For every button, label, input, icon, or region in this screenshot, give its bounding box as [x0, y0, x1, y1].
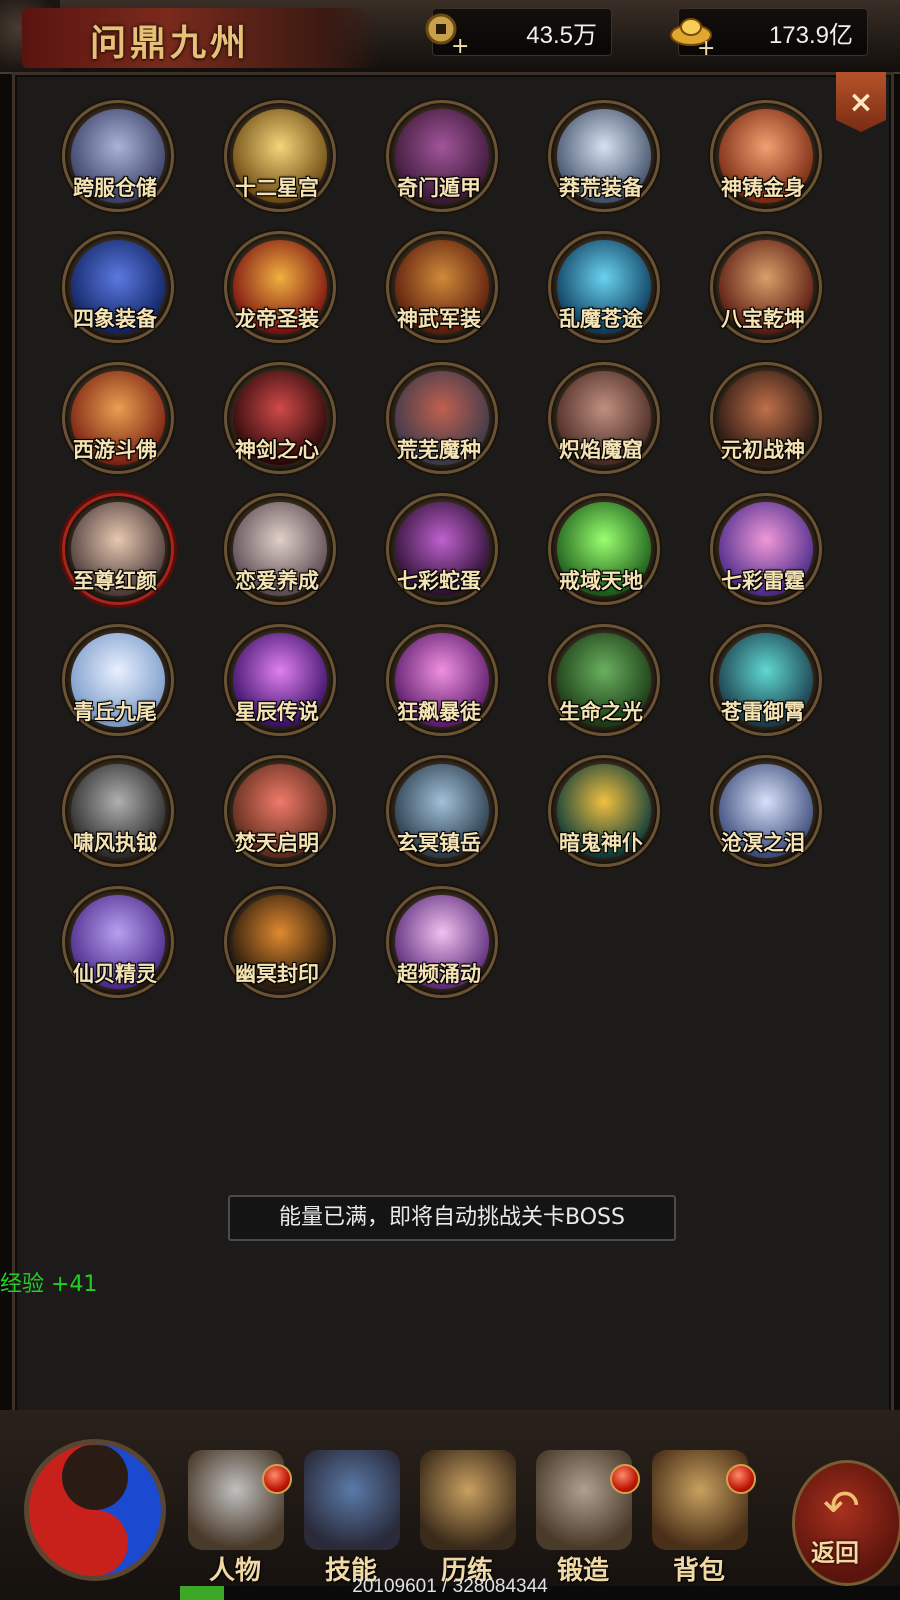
feature-tile[interactable]: 戒域天地	[534, 493, 664, 605]
feature-tile[interactable]: 玄冥镇岳	[372, 755, 502, 867]
close-icon: ×	[848, 84, 874, 120]
back-arrow-icon: ↶	[823, 1481, 860, 1532]
yin-yang-orb-icon[interactable]	[20, 1420, 170, 1590]
feature-label: 狂飙暴徒	[397, 699, 481, 724]
feature-tile[interactable]: 西游斗佛	[48, 362, 178, 474]
feature-label: 戒域天地	[559, 568, 643, 593]
notification-badge-icon	[726, 1464, 756, 1494]
nav-button[interactable]: 技能	[296, 1450, 406, 1590]
feature-label: 七彩雷霆	[721, 568, 805, 593]
feature-label: 焚天启明	[235, 830, 319, 855]
armor-icon	[420, 1450, 516, 1550]
feature-tile[interactable]: 幽冥封印	[210, 886, 340, 998]
svg-text:+: +	[697, 36, 715, 57]
feature-tile[interactable]: 生命之光	[534, 624, 664, 736]
feature-tile[interactable]: 跨服仓储	[48, 100, 178, 212]
feature-label: 四象装备	[73, 306, 157, 331]
feature-tile[interactable]: 神铸金身	[696, 100, 826, 212]
ingot-currency[interactable]: + 173.9亿	[670, 8, 868, 57]
feature-label: 玄冥镇岳	[397, 830, 481, 855]
feature-label: 沧溟之泪	[721, 830, 805, 855]
nav-button[interactable]: 背包	[644, 1450, 756, 1590]
feature-label: 生命之光	[559, 699, 643, 724]
feature-label: 神铸金身	[721, 175, 805, 200]
feature-tile[interactable]: 青丘九尾	[48, 624, 178, 736]
feature-tile[interactable]: 仙贝精灵	[48, 886, 178, 998]
feature-label: 苍雷御霄	[721, 699, 805, 724]
feature-label: 十二星宫	[235, 175, 319, 200]
feature-tile[interactable]: 元初战神	[696, 362, 826, 474]
feature-tile[interactable]: 焚天启明	[210, 755, 340, 867]
feature-tile[interactable]: 恋爱养成	[210, 493, 340, 605]
toast-message: 能量已满，即将自动挑战关卡BOSS	[228, 1195, 676, 1241]
feature-tile[interactable]: 荒芜魔种	[372, 362, 502, 474]
feature-label: 奇门遁甲	[397, 175, 481, 200]
feature-label: 西游斗佛	[73, 437, 157, 462]
experience-text: 20109601 / 328084344	[352, 1576, 548, 1597]
feature-label: 仙贝精灵	[73, 961, 157, 986]
feature-tile[interactable]: 八宝乾坤	[696, 231, 826, 343]
feature-tile[interactable]: 乱魔苍途	[534, 231, 664, 343]
feature-tile[interactable]: 狂飙暴徒	[372, 624, 502, 736]
feature-tile[interactable]: 神武军装	[372, 231, 502, 343]
feature-tile[interactable]: 炽焰魔窟	[534, 362, 664, 474]
feature-tile[interactable]: 超频涌动	[372, 886, 502, 998]
feature-tile[interactable]: 龙帝圣装	[210, 231, 340, 343]
feature-label: 炽焰魔窟	[559, 437, 643, 462]
feature-label: 龙帝圣装	[235, 306, 319, 331]
feature-label: 恋爱养成	[235, 568, 319, 593]
close-button[interactable]: ×	[836, 72, 886, 132]
feature-label: 青丘九尾	[73, 699, 157, 724]
feature-label: 莽荒装备	[559, 175, 643, 200]
nav-button[interactable]: 历练	[412, 1450, 522, 1590]
feature-label: 七彩蛇蛋	[397, 568, 481, 593]
feature-label: 星辰传说	[235, 699, 319, 724]
feature-tile[interactable]: 暗鬼神仆	[534, 755, 664, 867]
feature-tile[interactable]: 莽荒装备	[534, 100, 664, 212]
feature-tile[interactable]: 至尊红颜	[48, 493, 178, 605]
back-button[interactable]: ↶ 返回	[792, 1460, 900, 1586]
svg-text:+: +	[451, 34, 469, 57]
exp-gain-text: 经验 +41	[0, 1272, 98, 1297]
feature-label: 至尊红颜	[73, 568, 157, 593]
feature-label: 神剑之心	[235, 437, 319, 462]
feature-tile[interactable]: 神剑之心	[210, 362, 340, 474]
back-button-label: 返回	[811, 1538, 859, 1567]
feature-label: 跨服仓储	[73, 175, 157, 200]
notification-badge-icon	[262, 1464, 292, 1494]
ingot-amount: 173.9亿	[768, 22, 853, 49]
feature-tile[interactable]: 星辰传说	[210, 624, 340, 736]
page-title: 问鼎九州	[90, 22, 251, 64]
feature-label: 暗鬼神仆	[559, 830, 643, 855]
feature-tile[interactable]: 七彩雷霆	[696, 493, 826, 605]
feature-label: 乱魔苍途	[559, 306, 643, 331]
feature-tile[interactable]: 啸风执钺	[48, 755, 178, 867]
feature-label: 啸风执钺	[73, 830, 157, 855]
nav-button[interactable]: 锻造	[528, 1450, 640, 1590]
feature-label: 幽冥封印	[235, 961, 319, 986]
notification-badge-icon	[610, 1464, 640, 1494]
coin-amount: 43.5万	[526, 22, 597, 49]
feature-tile[interactable]: 苍雷御霄	[696, 624, 826, 736]
gold-ingot-plus-icon: +	[670, 18, 715, 57]
feature-label: 八宝乾坤	[721, 306, 805, 331]
nav-button[interactable]: 人物	[180, 1450, 292, 1590]
feature-label: 神武军装	[397, 306, 481, 331]
feature-label: 超频涌动	[397, 961, 481, 986]
feature-tile[interactable]: 四象装备	[48, 231, 178, 343]
coin-currency[interactable]: + 43.5万	[425, 8, 612, 57]
feature-label: 荒芜魔种	[397, 437, 481, 462]
top-bar: 问鼎九州 + 43.5万 + 173.9亿	[0, 0, 900, 74]
skill-book-icon	[304, 1450, 400, 1550]
feature-tile[interactable]: 十二星宫	[210, 100, 340, 212]
feature-tile[interactable]: 七彩蛇蛋	[372, 493, 502, 605]
feature-tile[interactable]: 沧溟之泪	[696, 755, 826, 867]
feature-label: 元初战神	[721, 437, 805, 462]
coin-plus-icon: +	[425, 13, 469, 57]
feature-tile[interactable]: 奇门遁甲	[372, 100, 502, 212]
